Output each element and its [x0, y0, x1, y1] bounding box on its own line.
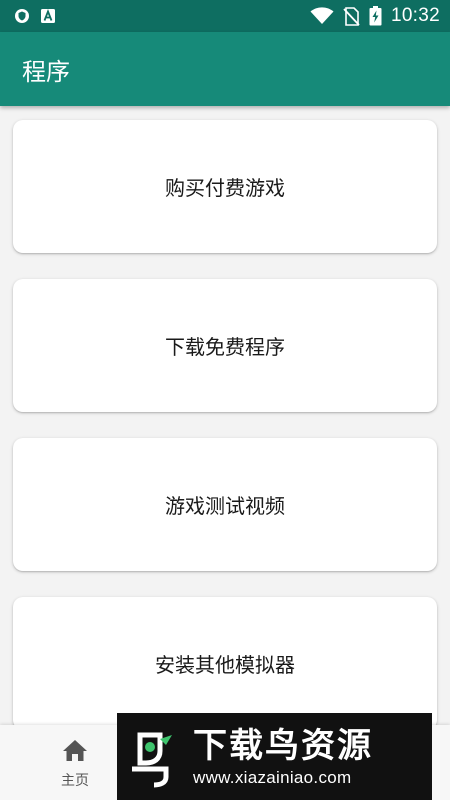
- status-bar-left: [14, 8, 56, 24]
- watermark-url: www.xiazainiao.com: [193, 767, 352, 787]
- card-label: 下载免费程序: [165, 335, 285, 359]
- card-game-test-videos[interactable]: 游戏测试视频: [13, 438, 437, 571]
- app-bar: 程序: [0, 32, 450, 106]
- nav-item-home[interactable]: 主页: [40, 739, 110, 790]
- status-bar: 10:32: [0, 0, 450, 32]
- card-label: 购买付费游戏: [165, 176, 285, 200]
- card-buy-paid-games[interactable]: 购买付费游戏: [13, 120, 437, 253]
- wifi-icon: [310, 7, 334, 25]
- bird-logo-icon: [117, 713, 187, 800]
- no-sim-icon: [343, 6, 360, 26]
- page-title: 程序: [22, 57, 70, 86]
- status-time: 10:32: [390, 5, 440, 26]
- card-list: 购买付费游戏 下载免费程序 游戏测试视频 安装其他模拟器: [0, 106, 450, 730]
- card-install-other-emulators[interactable]: 安装其他模拟器: [13, 597, 437, 730]
- card-download-free-programs[interactable]: 下载免费程序: [13, 279, 437, 412]
- status-bar-right: 10:32: [310, 5, 440, 27]
- home-icon: [62, 739, 88, 766]
- a-icon: [40, 8, 56, 24]
- watermark-text: 下载鸟资源 www.xiazainiao.com: [187, 726, 373, 788]
- watermark-banner: 下载鸟资源 www.xiazainiao.com: [117, 713, 432, 800]
- nav-item-label: 主页: [61, 773, 89, 789]
- shield-icon: [14, 8, 30, 24]
- card-label: 安装其他模拟器: [155, 653, 295, 677]
- app-screen: 10:32 程序 购买付费游戏 下载免费程序 游戏测试视频 安装其他模拟器 主页: [0, 0, 450, 800]
- watermark-brand: 下载鸟资源: [193, 725, 373, 766]
- battery-charging-icon: [369, 6, 382, 26]
- card-label: 游戏测试视频: [165, 494, 285, 518]
